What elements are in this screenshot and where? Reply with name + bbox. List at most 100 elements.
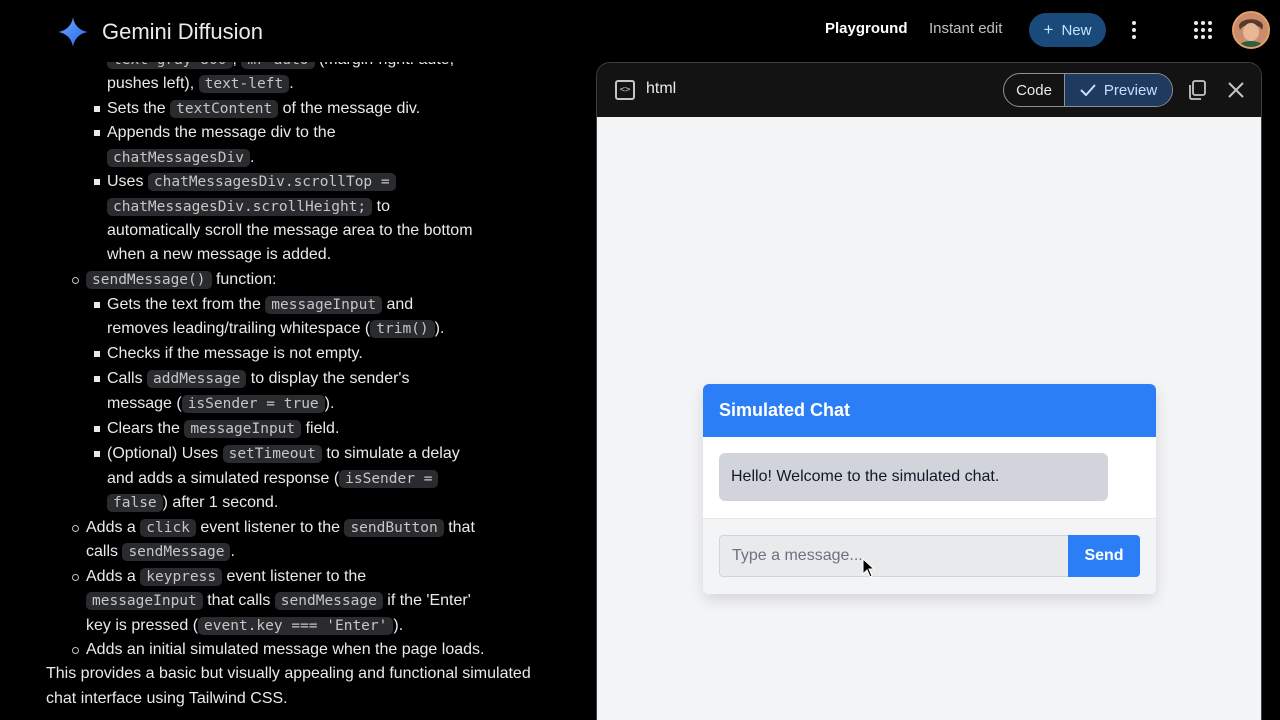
doc-line: Uses chatMessagesDiv.scrollTop =: [107, 170, 396, 195]
doc-line: Clears the messageInput field.: [107, 417, 339, 442]
doc-line: This provides a basic but visually appea…: [46, 662, 531, 687]
doc-text: Appends the message div to the: [107, 124, 336, 141]
doc-text: (Optional) Uses: [107, 445, 223, 462]
doc-text: key is pressed (: [86, 617, 199, 634]
doc-text: Adds a: [86, 568, 141, 585]
more-options-icon[interactable]: [1126, 16, 1142, 44]
view-toggle: Code Preview: [1003, 73, 1173, 107]
panel-header: <> html Code Preview: [597, 63, 1261, 117]
doc-line: chat interface using Tailwind CSS.: [46, 687, 288, 712]
square-bullet-icon: [94, 179, 100, 185]
doc-text: field.: [301, 420, 340, 437]
nav-playground[interactable]: Playground: [825, 20, 908, 37]
inline-code: keypress: [140, 568, 223, 586]
doc-text: to: [372, 198, 390, 215]
brand[interactable]: Gemini Diffusion: [58, 14, 263, 50]
new-button-label: New: [1061, 21, 1092, 39]
inline-code: sendMessage: [274, 592, 383, 610]
doc-text: Adds a: [86, 519, 141, 536]
inline-code: messageInput: [86, 592, 203, 610]
doc-text: that: [443, 519, 475, 536]
chat-widget: Simulated Chat Hello! Welcome to the sim…: [703, 384, 1156, 594]
doc-line: Checks if the message is not empty.: [107, 342, 363, 367]
inline-code: sendMessage(): [86, 271, 212, 289]
inline-code: isSender =: [339, 470, 439, 488]
mouse-cursor-icon: [862, 558, 876, 578]
doc-text: ).: [324, 395, 335, 412]
doc-text: to display the sender's: [246, 370, 410, 387]
copy-icon[interactable]: [1187, 80, 1207, 100]
inline-code: sendButton: [344, 519, 444, 537]
doc-text: calls: [86, 543, 123, 560]
preview-canvas: Simulated Chat Hello! Welcome to the sim…: [597, 117, 1261, 720]
doc-text: function:: [211, 271, 277, 288]
circle-bullet-icon: [72, 525, 79, 532]
doc-line: messageInput that calls sendMessage if t…: [86, 589, 471, 614]
nav-instant-edit[interactable]: Instant edit: [929, 20, 1002, 37]
doc-text: message (: [107, 395, 182, 412]
doc-text: event listener to the: [222, 568, 367, 585]
message-input[interactable]: Type a message...: [719, 535, 1069, 577]
doc-line: sendMessage() function:: [86, 268, 276, 293]
avatar[interactable]: [1232, 11, 1270, 49]
chat-header: Simulated Chat: [703, 384, 1156, 437]
doc-line: Adds an initial simulated message when t…: [86, 638, 484, 663]
square-bullet-icon: [94, 376, 100, 382]
doc-line: when a new message is added.: [107, 243, 331, 268]
square-bullet-icon: [94, 130, 100, 136]
doc-text: ).: [393, 617, 404, 634]
send-button[interactable]: Send: [1068, 535, 1140, 577]
doc-text: .: [249, 149, 255, 166]
doc-text: and adds a simulated response (: [107, 470, 340, 487]
preview-toggle-button[interactable]: Preview: [1065, 74, 1172, 106]
new-button[interactable]: + New: [1029, 13, 1106, 47]
inline-code: text-left: [198, 75, 290, 93]
inline-code: textContent: [170, 100, 279, 118]
doc-line: message (isSender = true).: [107, 392, 334, 417]
doc-line: and adds a simulated response (isSender …: [107, 467, 439, 492]
doc-line: Gets the text from the messageInput and: [107, 293, 413, 318]
doc-line: Adds a click event listener to the sendB…: [86, 516, 475, 541]
doc-line: chatMessagesDiv.scrollHeight; to: [107, 195, 390, 220]
doc-text: ) after 1 second.: [162, 494, 279, 511]
doc-text: that calls: [202, 592, 275, 609]
preview-panel: <> html Code Preview Simulated Chat Hell…: [596, 62, 1262, 720]
apps-grid-icon[interactable]: [1194, 21, 1212, 39]
inline-code: chatMessagesDiv.scrollHeight;: [107, 198, 373, 216]
doc-line: Appends the message div to the: [107, 121, 336, 146]
square-bullet-icon: [94, 451, 100, 457]
chat-input-row: Type a message... Send: [703, 519, 1156, 594]
doc-text: Adds an initial simulated message when t…: [86, 641, 485, 658]
doc-line: Adds a keypress event listener to the: [86, 565, 366, 590]
inline-code: event.key === 'Enter': [198, 617, 394, 635]
doc-text: Checks if the message is not empty.: [107, 345, 363, 362]
check-icon: [1080, 84, 1096, 96]
doc-text: if the 'Enter': [382, 592, 471, 609]
inline-code: false: [107, 494, 163, 512]
doc-text: Uses: [107, 173, 148, 190]
doc-text: to simulate a delay: [321, 445, 460, 462]
doc-line: removes leading/trailing whitespace (tri…: [107, 317, 444, 342]
code-toggle-button[interactable]: Code: [1004, 74, 1065, 106]
close-icon[interactable]: [1227, 81, 1245, 99]
doc-text: automatically scroll the message area to…: [107, 222, 473, 239]
inline-code: chatMessagesDiv: [107, 149, 250, 167]
doc-text: Gets the text from the: [107, 296, 266, 313]
chat-messages[interactable]: Hello! Welcome to the simulated chat.: [703, 437, 1156, 519]
doc-text: This provides a basic but visually appea…: [46, 665, 531, 682]
doc-text: ).: [434, 320, 445, 337]
inline-code: trim(): [370, 320, 435, 338]
doc-line: false) after 1 second.: [107, 491, 278, 516]
square-bullet-icon: [94, 302, 100, 308]
app-title: Gemini Diffusion: [102, 19, 263, 44]
inline-code: addMessage: [147, 370, 247, 388]
doc-text: and: [382, 296, 414, 313]
file-name: html: [646, 80, 677, 97]
inline-code: messageInput: [184, 420, 302, 438]
square-bullet-icon: [94, 351, 100, 357]
doc-text: when a new message is added.: [107, 246, 332, 263]
preview-toggle-label: Preview: [1103, 81, 1158, 99]
circle-bullet-icon: [72, 647, 79, 654]
doc-line: Sets the textContent of the message div.: [107, 97, 420, 122]
doc-line: automatically scroll the message area to…: [107, 219, 473, 244]
